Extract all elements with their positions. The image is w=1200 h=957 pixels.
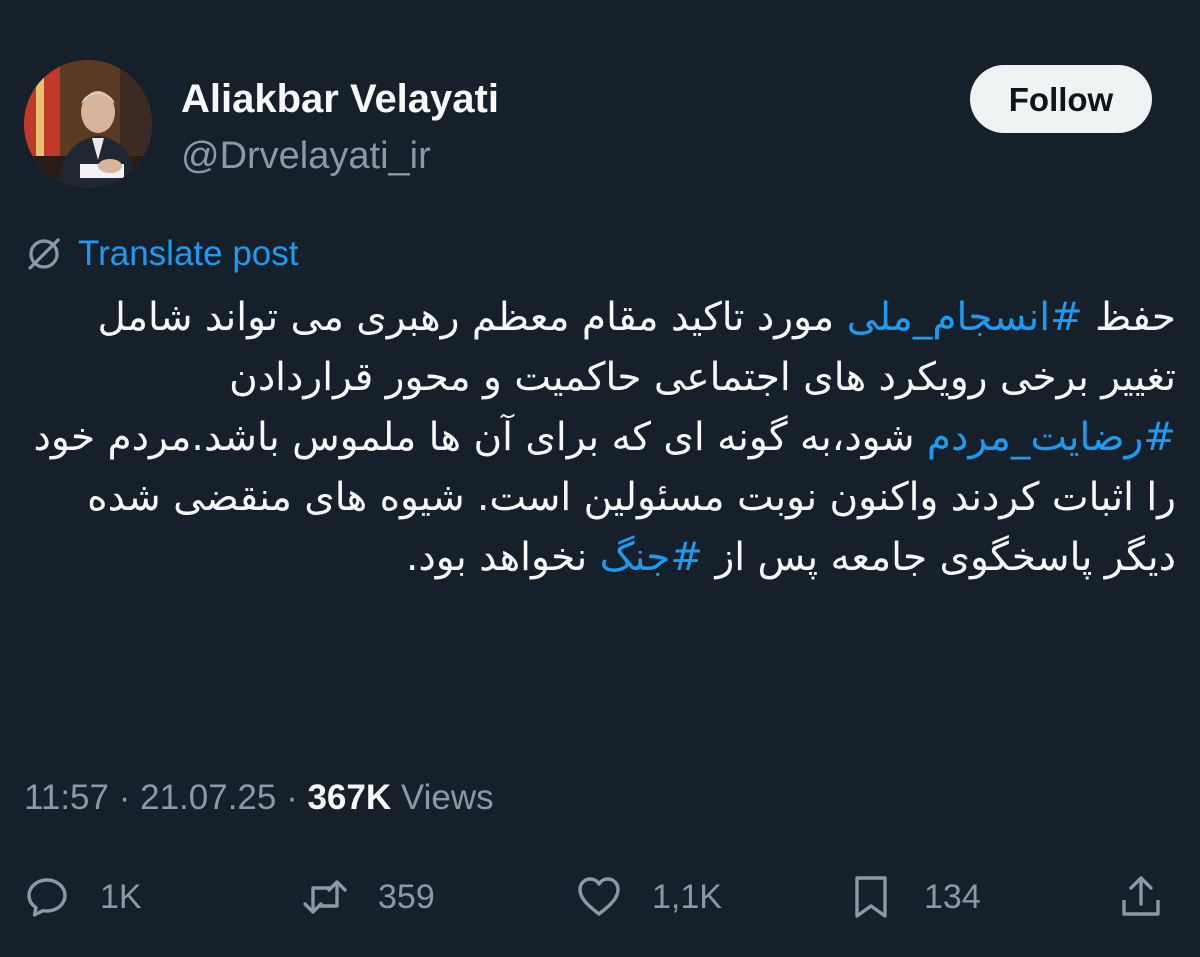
avatar[interactable] [24,60,152,188]
reply-icon [27,878,67,917]
like-count: 1,1K [652,877,722,916]
bookmark-button[interactable]: 134 [848,865,981,929]
reply-button[interactable]: 1K [24,865,142,929]
hashtag-link[interactable]: #جنگ [600,535,703,580]
like-icon [578,877,620,916]
follow-button[interactable]: Follow [970,65,1152,133]
tweet: Aliakbar Velayati @Drvelayati_ir Follow … [0,0,1200,957]
share-icon [1122,876,1160,916]
post-text-segment: حفظ [1082,295,1176,340]
author-handle[interactable]: @Drvelayati_ir [181,132,431,180]
action-bar: 1K 359 1,1K 134 [0,865,1200,929]
like-button[interactable]: 1,1K [576,865,722,929]
translate-icon [28,238,60,270]
bookmark-icon [855,876,887,918]
post-text: حفظ #انسجام_ملی مورد تاکید مقام معظم رهب… [24,288,1176,588]
repost-count: 359 [378,877,435,916]
avatar-image [24,60,152,188]
repost-button[interactable]: 359 [302,865,435,929]
views-count: 367K [307,778,392,817]
meta-separator: · [109,778,141,817]
post-text-segment: نخواهد بود. [405,535,600,580]
author-display-name[interactable]: Aliakbar Velayati [181,74,499,124]
share-button[interactable] [1118,865,1164,929]
repost-icon [303,880,347,914]
post-meta: 11:57 · 21.07.25 · 367K Views [24,774,494,822]
meta-separator: · [276,778,308,817]
post-date[interactable]: 21.07.25 [140,778,276,817]
views-label: Views [391,778,494,817]
reply-count: 1K [100,877,142,916]
translate-post-link[interactable]: Translate post [24,232,298,276]
translate-post-label: Translate post [78,234,299,273]
post-time[interactable]: 11:57 [24,778,109,817]
bookmark-count: 134 [924,877,981,916]
hashtag-link[interactable]: #رضایت_مردم [927,415,1176,460]
hashtag-link[interactable]: #انسجام_ملی [847,295,1083,340]
